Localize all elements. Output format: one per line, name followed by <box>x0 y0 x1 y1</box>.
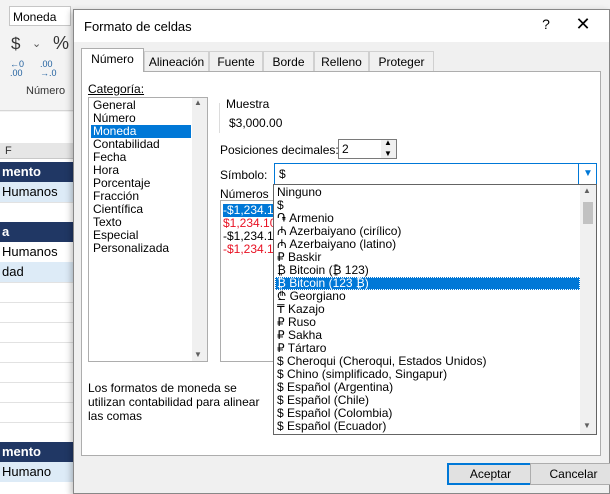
sample-group-border <box>219 103 222 133</box>
row-gridline <box>0 282 76 283</box>
percent-style-button[interactable]: % <box>53 33 69 54</box>
tab-numero[interactable]: Número <box>81 48 144 72</box>
decrease-decimal-icon[interactable]: .00 →.0 <box>40 60 57 78</box>
decimal-places-label: Posiciones decimales: <box>220 143 339 157</box>
chevron-down-icon[interactable]: ▼ <box>578 164 597 184</box>
worksheet-cell[interactable]: mento <box>0 442 76 462</box>
negative-numbers-label: Números n <box>220 187 272 201</box>
sample-label: Muestra <box>226 97 270 111</box>
row-gridline <box>0 422 76 423</box>
worksheet-cell[interactable]: dad <box>0 262 76 282</box>
chevron-down-icon[interactable]: ⌄ <box>32 37 41 50</box>
tab-fuente[interactable]: Fuente <box>209 51 263 71</box>
tab-proteger[interactable]: Proteger <box>369 51 434 71</box>
row-gridline <box>0 202 76 203</box>
scroll-down-icon[interactable]: ▼ <box>194 350 202 359</box>
column-header[interactable]: F <box>0 143 76 159</box>
symbol-select[interactable]: $ <box>274 163 597 185</box>
symbol-option[interactable]: ₸ Kazajo <box>275 303 580 316</box>
scroll-down-icon[interactable]: ▼ <box>583 421 591 430</box>
row-gridline <box>0 382 76 383</box>
sample-value: $3,000.00 <box>229 116 283 130</box>
format-cells-dialog: Formato de celdas ? ✕ Número Alineación … <box>73 9 610 494</box>
symbol-label: Símbolo: <box>220 168 268 182</box>
format-description: Los formatos de moneda se utilizan conta… <box>88 381 260 423</box>
scroll-up-icon[interactable]: ▲ <box>194 98 202 107</box>
dropdown-scroll-thumb[interactable] <box>583 202 593 224</box>
worksheet-cell[interactable]: Humanos <box>0 182 76 202</box>
close-icon[interactable]: ✕ <box>572 14 594 35</box>
accounting-format-button[interactable]: $ <box>11 34 20 54</box>
row-gridline <box>0 302 76 303</box>
tab-relleno[interactable]: Relleno <box>314 51 369 71</box>
spin-down-icon[interactable]: ▼ <box>384 149 392 158</box>
ribbon-group-label: Número <box>26 85 66 97</box>
symbol-dropdown-list[interactable]: ▲ ▼ Ninguno $ ֏ Armenio ₼ Azerbaiyano (cirí… <box>273 184 597 435</box>
help-icon[interactable]: ? <box>536 16 556 32</box>
symbol-option[interactable]: Ninguno <box>275 186 580 199</box>
tab-borde[interactable]: Borde <box>263 51 314 71</box>
worksheet-cell[interactable]: a <box>0 222 76 242</box>
worksheet-cell[interactable]: Humanos <box>0 242 76 262</box>
row-gridline <box>0 322 76 323</box>
worksheet-cell[interactable] <box>0 202 76 222</box>
number-format-box[interactable]: Moneda <box>9 6 71 26</box>
row-gridline <box>0 402 76 403</box>
negative-format-item[interactable]: -$1,234.10 <box>223 243 275 256</box>
category-label: Categoría: <box>88 82 145 96</box>
worksheet-cell[interactable]: Humano <box>0 462 76 482</box>
increase-decimal-icon[interactable]: ←0 .00 <box>10 60 24 78</box>
decimal-places-input[interactable]: 2 <box>338 139 382 159</box>
negative-numbers-list[interactable]: -$1,234.1 $1,234.10 -$1,234.10 -$1,234.10 <box>220 200 276 362</box>
category-item[interactable]: Personalizada <box>91 242 191 255</box>
row-gridline <box>0 342 76 343</box>
category-scrollbar[interactable] <box>192 98 207 361</box>
symbol-option[interactable]: $ Español (Ecuador) <box>275 420 580 433</box>
dialog-title: Formato de celdas <box>84 19 192 34</box>
worksheet-cell[interactable]: mento <box>0 162 76 182</box>
tab-alineacion[interactable]: Alineación <box>144 51 209 71</box>
spin-up-icon[interactable]: ▲ <box>384 138 392 147</box>
row-gridline <box>0 362 76 363</box>
ok-button[interactable]: Aceptar <box>447 463 534 485</box>
cancel-button[interactable]: Cancelar <box>530 463 610 485</box>
scroll-up-icon[interactable]: ▲ <box>583 186 591 195</box>
